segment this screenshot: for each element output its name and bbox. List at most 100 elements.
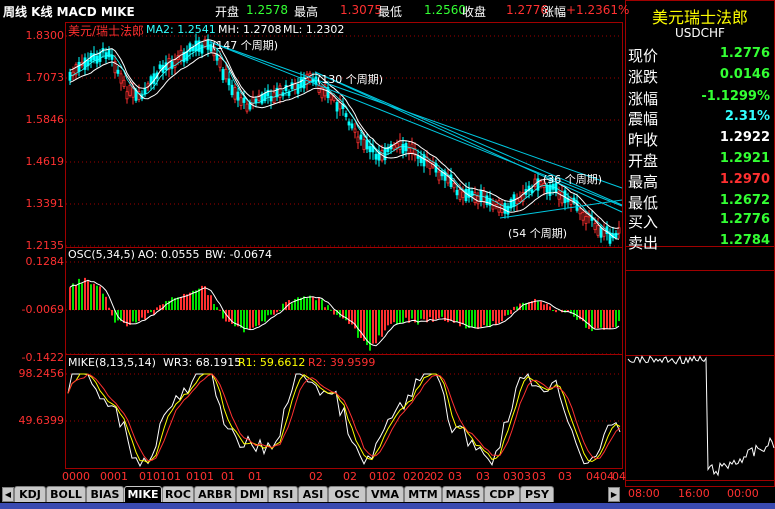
x-axis-label: 0303 bbox=[503, 470, 531, 483]
candle-body bbox=[122, 79, 126, 87]
osc-bar bbox=[597, 310, 599, 329]
ma-line-upper bbox=[69, 39, 620, 229]
tab-mike[interactable]: MIKE bbox=[124, 486, 162, 502]
x-axis-label: 0000 bbox=[62, 470, 90, 483]
quote-label: 震幅 bbox=[628, 110, 659, 128]
tab-asi[interactable]: ASI bbox=[298, 486, 328, 502]
chart-title: 周线 K线 MACD MIKE bbox=[3, 5, 135, 19]
candle-body bbox=[437, 171, 441, 181]
osc-bar bbox=[537, 301, 539, 310]
osc-bar bbox=[273, 310, 275, 315]
osc-bar bbox=[147, 310, 149, 314]
tab-psy[interactable]: PSY bbox=[520, 486, 554, 502]
intraday-line bbox=[627, 355, 775, 477]
osc-bar bbox=[420, 310, 422, 319]
candle-body bbox=[578, 208, 582, 215]
candle-body bbox=[395, 143, 399, 148]
mike-r1-line bbox=[67, 373, 621, 464]
osc-bar bbox=[504, 310, 506, 316]
x-axis-label: 03 bbox=[532, 470, 546, 483]
high-label: 最高 bbox=[294, 5, 319, 19]
osc-bar bbox=[552, 310, 554, 311]
candle-body bbox=[254, 98, 258, 103]
mike-wr-line bbox=[67, 373, 621, 468]
osc-bar bbox=[540, 301, 542, 310]
ma2-value: MA2: 1.2541 bbox=[146, 23, 216, 36]
candle-body bbox=[143, 88, 147, 95]
candle-body bbox=[476, 195, 480, 205]
candle-body bbox=[128, 84, 132, 96]
osc-bar bbox=[219, 309, 221, 311]
quote-title: 美元瑞士法郎 bbox=[651, 8, 748, 27]
osc-bar bbox=[132, 310, 134, 322]
x-axis-label: 01 bbox=[248, 470, 262, 483]
mike-wr3: WR3: 68.1915 bbox=[163, 356, 242, 369]
osc-bar bbox=[600, 310, 602, 328]
candle-body bbox=[539, 181, 543, 186]
tab-cdp[interactable]: CDP bbox=[484, 486, 520, 502]
osc-bar bbox=[513, 306, 515, 310]
candle-body bbox=[359, 134, 363, 140]
quote-row: 现价 1.2776 bbox=[628, 44, 774, 65]
osc-bar bbox=[483, 310, 485, 326]
candle-body bbox=[116, 69, 120, 74]
candle-body bbox=[191, 47, 195, 52]
candle-body bbox=[365, 139, 369, 150]
osc-bar bbox=[396, 310, 398, 325]
osc-bw: BW: -0.0674 bbox=[205, 248, 273, 261]
tab-mtm[interactable]: MTM bbox=[404, 486, 442, 502]
osc-bar bbox=[87, 281, 89, 310]
tab-arbr[interactable]: ARBR bbox=[194, 486, 236, 502]
quote-label: 卖出 bbox=[628, 234, 659, 252]
tab-bias[interactable]: BIAS bbox=[86, 486, 124, 502]
osc-bar bbox=[156, 307, 158, 310]
candle-body bbox=[242, 97, 246, 103]
osc-bar bbox=[435, 310, 437, 320]
candle-body bbox=[599, 227, 603, 238]
candle-body bbox=[77, 61, 81, 72]
osc-bar bbox=[327, 305, 329, 310]
tab-roc[interactable]: ROC bbox=[162, 486, 194, 502]
tab-osc[interactable]: OSC bbox=[328, 486, 366, 502]
x-axis-label: 0001 bbox=[100, 470, 128, 483]
osc-bar bbox=[102, 293, 104, 310]
osc-bar bbox=[333, 310, 335, 315]
osc-bar bbox=[615, 310, 617, 327]
candle-body bbox=[239, 97, 243, 106]
osc-bar bbox=[603, 310, 605, 330]
candle-body bbox=[158, 64, 162, 69]
osc-bar bbox=[429, 310, 431, 318]
main-y-label: 1.4619 bbox=[25, 155, 65, 168]
tab-vma[interactable]: VMA bbox=[366, 486, 404, 502]
osc-bar bbox=[195, 290, 197, 310]
period-annotation: (36 个周期) bbox=[543, 173, 603, 186]
osc-bar bbox=[321, 299, 323, 310]
x-axis-label: 01 bbox=[369, 470, 383, 483]
osc-bar bbox=[96, 285, 98, 310]
tab-kdj[interactable]: KDJ bbox=[14, 486, 46, 502]
osc-line bbox=[69, 279, 620, 347]
tab-mass[interactable]: MASS bbox=[442, 486, 484, 502]
candle-body bbox=[98, 52, 102, 62]
tab-boll[interactable]: BOLL bbox=[46, 486, 86, 502]
quote-value: 1.2922 bbox=[719, 130, 770, 145]
candle-body bbox=[272, 92, 276, 103]
intraday-time-label: 16:00 bbox=[678, 487, 710, 500]
low-value: 1.2560 bbox=[424, 3, 466, 17]
tab-rsi[interactable]: RSI bbox=[268, 486, 298, 502]
candle-body bbox=[455, 189, 459, 196]
open-label: 开盘 bbox=[215, 5, 240, 19]
candle-body bbox=[290, 82, 294, 90]
tab-dmi[interactable]: DMI bbox=[236, 486, 268, 502]
x-axis-label: 02 bbox=[430, 470, 444, 483]
osc-bar bbox=[474, 310, 476, 328]
osc-bar bbox=[423, 310, 425, 320]
x-axis-label: 02 bbox=[382, 470, 396, 483]
osc-bar bbox=[126, 310, 128, 327]
osc-bar bbox=[588, 310, 590, 330]
osc-bar bbox=[252, 310, 254, 328]
osc-bar bbox=[207, 295, 209, 310]
osc-bar bbox=[450, 310, 452, 321]
mike-y-label: 49.6399 bbox=[18, 414, 65, 427]
candle-body bbox=[458, 189, 462, 200]
